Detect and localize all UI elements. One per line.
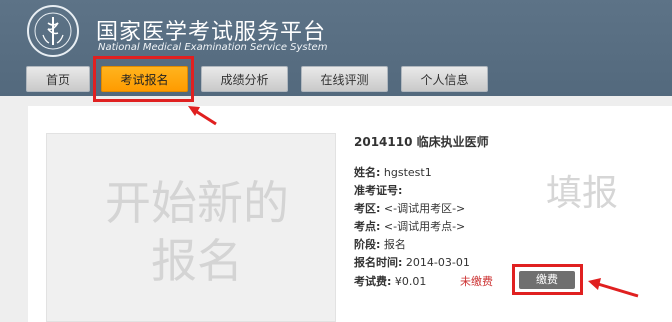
- arrow-to-pay-icon: [588, 278, 639, 298]
- arrow-to-tab-icon: [188, 106, 217, 126]
- annotation-arrows: [188, 106, 639, 298]
